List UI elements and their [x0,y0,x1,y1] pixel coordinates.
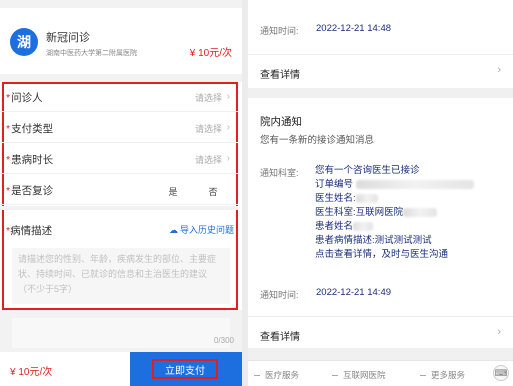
service-card: 湖 新冠问诊 湖南中医药大学第二附属医院 ¥ 10元/次 [0,8,242,74]
notice-line: 点击查看详情，及时与医生沟通 [315,249,449,260]
hospital-name: 湖南中医药大学第二附属医院 [46,50,137,57]
payment-type-row[interactable]: *支付类型 请选择 › [0,113,238,143]
description-label: *病情描述 [6,225,53,237]
notice-line: 患者姓名 [315,220,505,234]
description-textarea[interactable]: 请描述您的性别、年龄，疾病发生的部位、主要症状、持续时间、已就诊的信息和主治医生… [12,248,230,304]
chevron-right-icon: › [226,153,230,164]
notice-line: 医生姓名: [315,192,505,206]
menu-bar-icon [332,375,338,377]
upload-area: 0/300 [0,318,242,352]
notify-time-label: 通知时间: [260,26,299,36]
notice-subtitle: 您有一条新的接诊通知消息 [260,135,375,146]
service-name: 新冠问诊 [46,32,90,44]
divider [248,54,513,55]
service-price: ¥ 10元/次 [189,48,232,59]
revisit-row: *是否复诊 是 否 [0,175,238,205]
pay-now-label: 立即支付 [152,359,218,379]
pay-now-button[interactable]: 立即支付 [130,352,242,386]
char-counter: 0/300 [213,336,234,345]
revisit-yes-button[interactable]: 是 [158,181,188,201]
notice-line: 患者病情描述:测试测试测试 [315,235,432,246]
total-price: ¥ 10元/次 [10,367,53,378]
redacted-block [353,221,374,231]
tab-internet-hospital[interactable]: 互联网医院 [332,369,386,381]
bottom-pay-bar: ¥ 10元/次 立即支付 [0,352,242,386]
redacted-block [355,193,378,203]
chevron-right-icon: › [497,64,501,76]
consultation-panel: 湖 新冠问诊 湖南中医药大学第二附属医院 ¥ 10元/次 *问诊人 请选择 › … [0,0,242,386]
hospital-notice-card: 院内通知 您有一条新的接诊通知消息 通知科室: 您有一个咨询医生已接诊 订单编号… [248,98,513,348]
view-details-link[interactable]: 查看详情 [260,328,300,343]
tab-medical-service[interactable]: 医疗服务 [254,369,299,381]
notice-body: 您有一个咨询医生已接诊 订单编号 医生姓名: 医生科室:互联网医院 患者姓名 患… [315,164,505,262]
notice-line: 医生科室:互联网医院 [315,206,505,220]
notifications-panel: 通知时间: 2022-12-21 14:48 查看详情 › 院内通知 您有一条新… [248,0,513,386]
illness-duration-select[interactable]: 请选择 [195,153,222,166]
patient-row[interactable]: *问诊人 请选择 › [0,82,238,112]
tab-more-services[interactable]: 更多服务 [420,369,465,381]
notify-dept-label: 通知科室: [260,168,299,178]
revisit-label: *是否复诊 [6,185,54,197]
notification-card: 通知时间: 2022-12-21 14:48 查看详情 › [248,0,513,88]
section-gap [0,206,238,210]
illness-duration-row[interactable]: *患病时长 请选择 › [0,144,238,174]
screen: 湖 新冠问诊 湖南中医药大学第二附属医院 ¥ 10元/次 *问诊人 请选择 › … [0,0,513,386]
patient-label: *问诊人 [6,92,43,104]
chevron-right-icon: › [226,91,230,102]
chevron-right-icon: › [226,122,230,133]
redacted-block [355,179,474,189]
notify-time-label: 通知时间: [260,290,299,300]
keyboard-icon[interactable]: ⌨ [493,365,509,381]
import-history-link[interactable]: ☁ 导入历史问题 [169,223,234,236]
upload-box[interactable] [12,318,230,348]
hospital-logo: 湖 [10,28,38,56]
notify-time-value: 2022-12-21 14:48 [316,23,392,34]
notice-line: 订单编号 [315,178,505,192]
notify-time-value: 2022-12-21 14:49 [316,287,392,298]
notice-line: 您有一个咨询医生已接诊 [315,165,420,176]
revisit-no-button[interactable]: 否 [198,181,228,201]
payment-type-select[interactable]: 请选择 [195,122,222,135]
cloud-upload-icon: ☁ [168,225,178,235]
divider [248,316,513,317]
consultation-form: *问诊人 请选择 › *支付类型 请选择 › *患病时长 请选择 › *是否复诊… [0,82,242,310]
notice-title: 院内通知 [260,116,302,128]
redacted-block [403,207,438,217]
menu-bar-icon [420,375,426,377]
view-details-link[interactable]: 查看详情 [260,66,300,81]
menu-bar-icon [254,375,260,377]
illness-duration-label: *患病时长 [6,154,54,166]
payment-type-label: *支付类型 [6,123,54,135]
chevron-right-icon: › [497,326,501,338]
bottom-tabbar: 医疗服务 互联网医院 更多服务 ⌨ [248,360,513,386]
patient-select[interactable]: 请选择 [195,91,222,104]
